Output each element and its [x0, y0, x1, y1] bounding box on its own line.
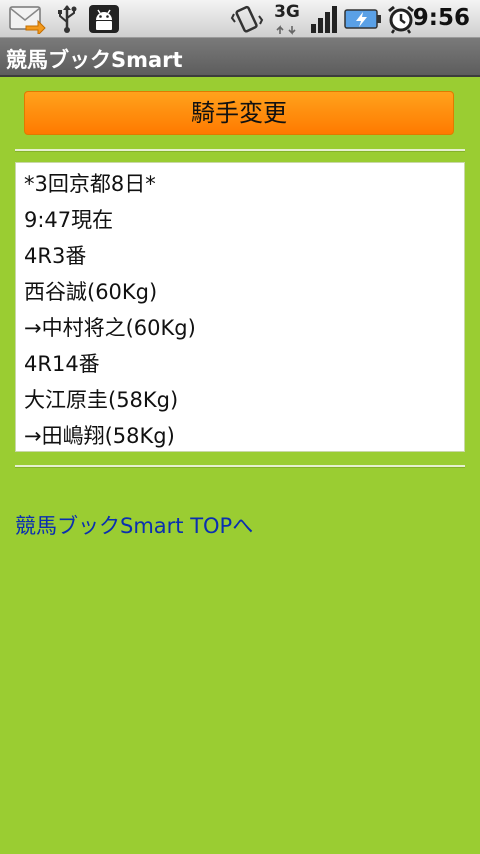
status-bar: 3G 9:56 [0, 0, 480, 38]
info-line: →中村将之(60Kg) [24, 316, 196, 340]
top-page-link[interactable]: 競馬ブックSmart TOPへ [15, 510, 253, 540]
info-line: 4R3番 [24, 244, 87, 268]
main-content: 騎手変更 *3回京都8日* 9:47現在 4R3番 西谷誠(60Kg) →中村将… [0, 77, 480, 854]
top-divider [15, 149, 465, 152]
info-line: →田嶋翔(58Kg) [24, 424, 175, 448]
info-line: *3回京都8日* [24, 172, 156, 196]
mail-notification-icon[interactable] [8, 4, 46, 34]
alarm-icon [388, 5, 414, 34]
info-line: 9:47現在 [24, 208, 114, 232]
3g-data-icon: 3G [270, 2, 304, 35]
info-line: 4R14番 [24, 352, 100, 376]
battery-charging-icon [344, 9, 381, 29]
signal-icon [311, 6, 337, 33]
jockey-change-info-box: *3回京都8日* 9:47現在 4R3番 西谷誠(60Kg) →中村将之(60K… [15, 162, 465, 452]
bottom-divider [15, 465, 465, 468]
status-time: 9:56 [412, 5, 470, 31]
network-type-label: 3G [274, 2, 300, 22]
jockey-change-button[interactable]: 騎手変更 [24, 91, 454, 135]
vibrate-icon [230, 5, 264, 33]
info-line: 大江原圭(58Kg) [24, 388, 179, 412]
usb-icon [58, 5, 77, 33]
data-activity-icon [276, 25, 296, 35]
app-title: 競馬ブックSmart [6, 48, 183, 72]
info-line: 西谷誠(60Kg) [24, 280, 158, 304]
app-title-bar: 競馬ブックSmart [0, 38, 480, 77]
android-debug-icon [89, 5, 119, 33]
